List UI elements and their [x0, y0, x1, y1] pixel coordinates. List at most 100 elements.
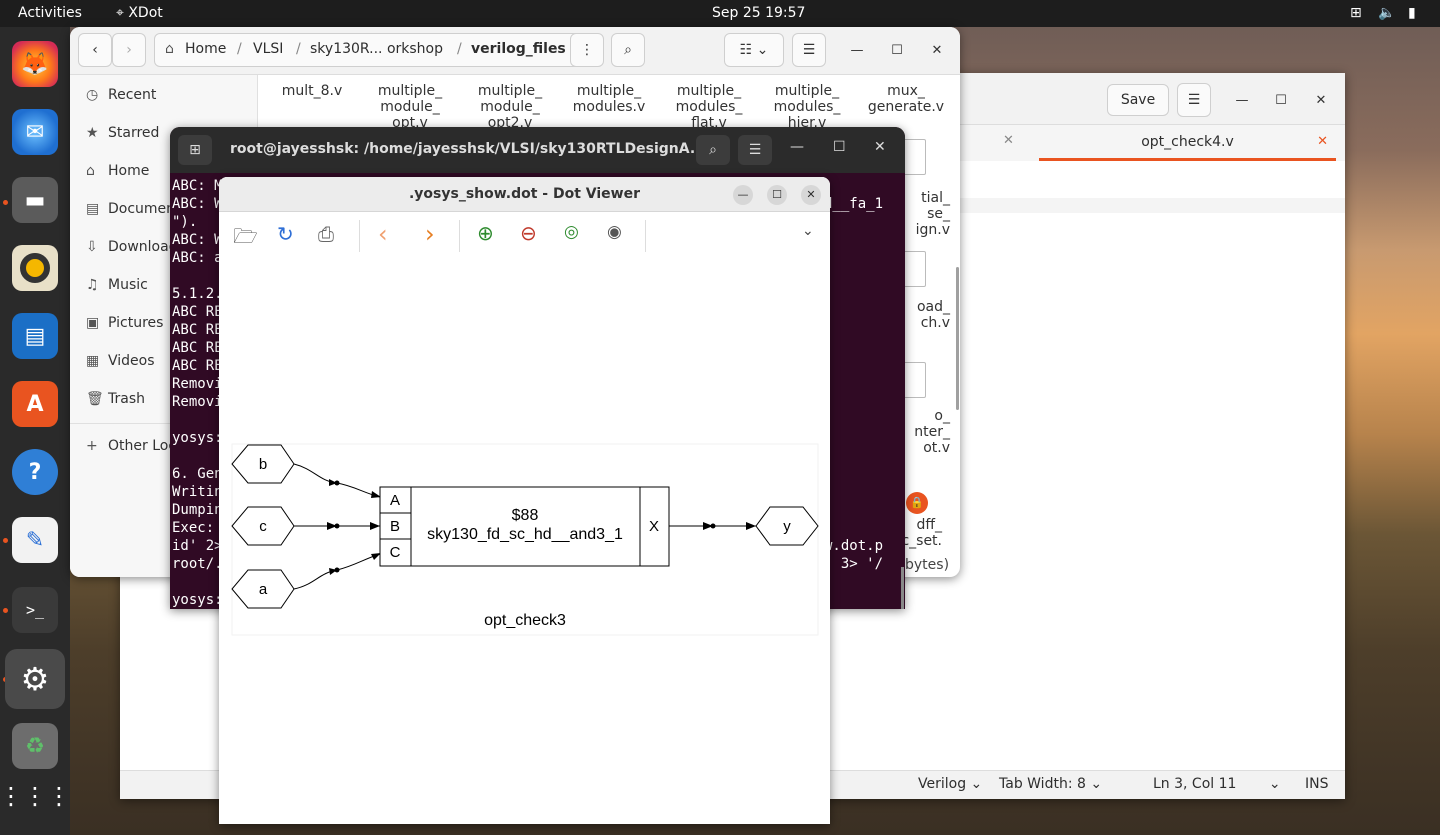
file-mult-8[interactable]: mult_8.v: [267, 83, 357, 99]
clock[interactable]: Sep 25 19:57: [712, 5, 805, 21]
sidebar-item-videos[interactable]: ▦ Videos: [86, 353, 155, 369]
open-folder-icon[interactable]: 🗁: [233, 222, 258, 256]
file-multiple-module-opt2[interactable]: multiple_ module_ opt2.v: [465, 83, 555, 131]
forward-button[interactable]: ›: [112, 33, 146, 67]
path-bar[interactable]: ⌂ Home / VLSI / sky130R... orkshop / ver…: [154, 33, 584, 67]
language-selector[interactable]: Verilog ⌄: [918, 776, 982, 792]
terminal-scrollbar[interactable]: [901, 567, 904, 609]
terminal-minimize-button[interactable]: —: [790, 139, 804, 155]
tab-active-close-icon[interactable]: ✕: [1317, 128, 1328, 156]
tab-width-selector[interactable]: Tab Width: 8 ⌄: [999, 776, 1102, 792]
sidebar-item-home[interactable]: ⌂ Home: [86, 163, 149, 179]
sidebar-item-pictures[interactable]: ▣ Pictures: [86, 315, 163, 331]
port-X: X: [649, 518, 659, 535]
cell-type: sky130_fd_sc_hd__and3_1: [427, 526, 623, 543]
tab-opt-check4[interactable]: opt_check4.v ✕: [1039, 128, 1336, 161]
terminal-line: ").: [172, 214, 198, 230]
sidebar-item-starred[interactable]: ★ Starred: [86, 125, 159, 141]
view-toggle-button[interactable]: ☷ ⌄: [724, 33, 784, 67]
top-bar: Activities ⌖ XDot Sep 25 19:57 ⊞ 🔈 ▮: [0, 0, 1440, 27]
zoom-in-icon[interactable]: ⊕: [477, 221, 494, 245]
graph-canvas[interactable]: b c a A B C $88 sky130_fd_sc_hd__and3_1 …: [219, 257, 830, 824]
insert-mode[interactable]: INS: [1305, 776, 1329, 792]
port-A: A: [390, 492, 400, 509]
terminal-line: 6. Gen: [172, 466, 223, 482]
chevron-down-icon: ⌄: [1090, 776, 1103, 792]
file-multiple-modules-flat[interactable]: multiple_ modules_ flat.v: [664, 83, 754, 131]
app-menu[interactable]: ⌖ XDot: [116, 5, 163, 21]
files-menu-button[interactable]: ☰: [792, 33, 826, 67]
sidebar-item-recent[interactable]: ◷ Recent: [86, 87, 156, 103]
activities-button[interactable]: Activities: [18, 5, 82, 21]
editor-menu-button[interactable]: ☰: [1177, 83, 1211, 117]
terminal-line: Exec:: [172, 520, 215, 536]
files-close-button[interactable]: ✕: [925, 38, 949, 62]
path-vlsi[interactable]: VLSI: [253, 41, 283, 57]
terminal-line: Removi: [172, 394, 223, 410]
files-maximize-button[interactable]: ☐: [885, 38, 909, 62]
file-multiple-modules[interactable]: multiple_ modules.v: [564, 83, 654, 115]
terminal-search-icon[interactable]: ⌕: [696, 135, 730, 165]
terminal-line: Writin: [172, 484, 223, 500]
terminal-icon[interactable]: >_: [12, 587, 58, 633]
terminal-close-button[interactable]: ✕: [874, 139, 886, 155]
files-scrollbar[interactable]: [956, 267, 959, 410]
network-icon[interactable]: ⊞: [1350, 5, 1362, 21]
editor-close-button[interactable]: ✕: [1309, 88, 1333, 112]
back-button[interactable]: ‹: [78, 33, 112, 67]
back-arrow-icon[interactable]: ‹: [378, 220, 388, 248]
text-editor-icon[interactable]: ✎: [12, 517, 58, 563]
dv-close-button[interactable]: ✕: [801, 185, 821, 205]
terminal-line: ABC RE: [172, 358, 223, 374]
toolbar-overflow-chevron-icon[interactable]: ⌄: [802, 223, 814, 239]
reload-icon[interactable]: ↻: [277, 222, 294, 246]
file-multiple-modules-hier[interactable]: multiple_ modules_ hier.v: [762, 83, 852, 131]
files-icon[interactable]: ▬: [12, 177, 58, 223]
save-button[interactable]: Save: [1107, 84, 1169, 116]
port-B: B: [390, 518, 400, 535]
terminal-maximize-button[interactable]: ☐: [833, 139, 846, 155]
thunderbird-icon[interactable]: ✉: [12, 109, 58, 155]
files-minimize-button[interactable]: —: [845, 38, 869, 62]
software-icon[interactable]: A: [12, 381, 58, 427]
dv-minimize-button[interactable]: —: [733, 185, 753, 205]
terminal-line: yosys:: [172, 592, 223, 608]
help-icon[interactable]: ?: [12, 449, 58, 495]
terminal-line: ABC RE: [172, 304, 223, 320]
trash-icon[interactable]: ♻: [12, 723, 58, 769]
apps-grid-icon[interactable]: ⋮⋮⋮: [0, 773, 71, 819]
tab-label: opt_check4.v: [1141, 134, 1234, 150]
file-multiple-module-opt[interactable]: multiple_ module_ opt.v: [365, 83, 455, 131]
terminal-line: root/.: [172, 556, 223, 572]
path-menu-button[interactable]: ⋮: [570, 33, 604, 67]
print-icon[interactable]: ⎙: [318, 222, 334, 246]
cursor-position[interactable]: Ln 3, Col 11 ⌄: [1153, 776, 1281, 792]
battery-icon[interactable]: ▮: [1408, 5, 1416, 21]
new-tab-icon[interactable]: ⊞: [178, 135, 212, 165]
terminal-line: Dumpin: [172, 502, 223, 518]
chevron-down-icon: ⌄: [970, 776, 983, 792]
editor-maximize-button[interactable]: ☐: [1269, 88, 1293, 112]
terminal-menu-button[interactable]: ☰: [738, 135, 772, 165]
path-workshop[interactable]: sky130R... orkshop: [310, 41, 443, 57]
zoom-fit-icon[interactable]: ◎: [564, 222, 579, 242]
sidebar-item-trash[interactable]: 🗑 Trash: [86, 391, 145, 407]
volume-icon[interactable]: 🔈: [1378, 5, 1395, 21]
plus-icon: +: [86, 438, 98, 454]
firefox-icon[interactable]: 🦊: [12, 41, 58, 87]
zoom-100-icon[interactable]: ◉: [607, 222, 622, 242]
forward-arrow-icon[interactable]: ›: [425, 220, 435, 248]
path-home[interactable]: Home: [185, 41, 226, 57]
search-icon[interactable]: ⌕: [611, 33, 645, 67]
rhythmbox-icon[interactable]: [12, 245, 58, 291]
dv-maximize-button[interactable]: ☐: [767, 185, 787, 205]
tab-close-icon[interactable]: ✕: [1003, 133, 1014, 148]
input-label-b: b: [259, 456, 267, 473]
editor-minimize-button[interactable]: —: [1230, 88, 1254, 112]
path-verilog-files[interactable]: verilog_files: [471, 41, 566, 57]
file-mux-generate[interactable]: mux_ generate.v: [861, 83, 951, 115]
writer-icon[interactable]: ▤: [12, 313, 58, 359]
sidebar-item-music[interactable]: ♫ Music: [86, 277, 148, 293]
zoom-out-icon[interactable]: ⊖: [520, 221, 537, 245]
settings-icon[interactable]: ⚙: [5, 649, 65, 709]
